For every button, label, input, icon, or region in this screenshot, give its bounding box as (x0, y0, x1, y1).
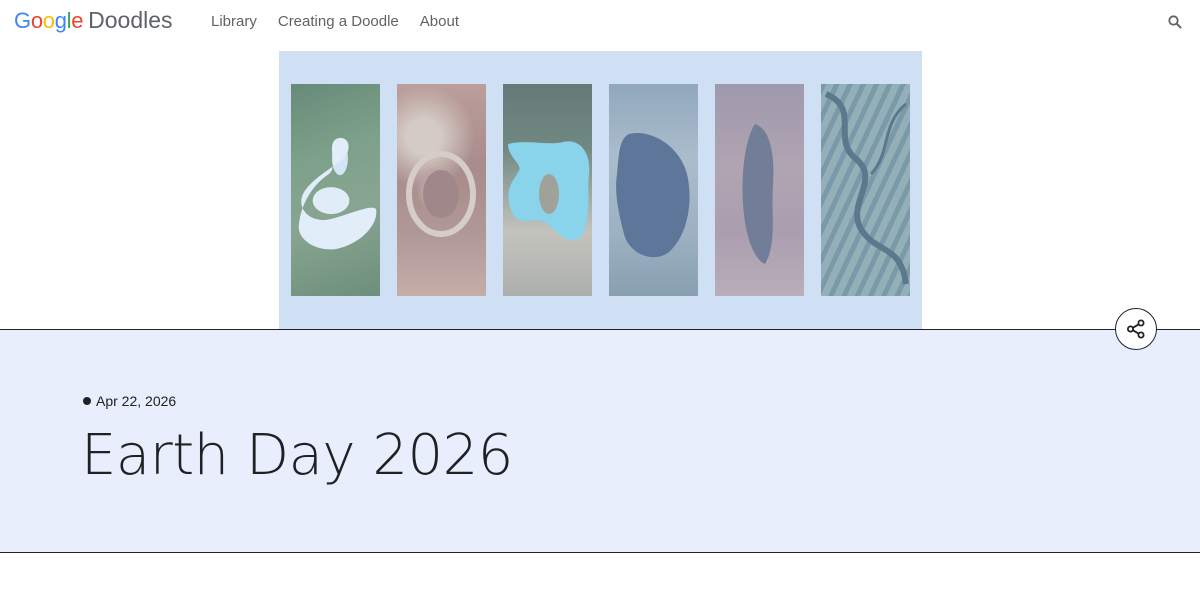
google-wordmark: Google (14, 8, 83, 34)
google-doodles-logo[interactable]: Google Doodles (14, 7, 173, 37)
lake-satellite-panel (291, 84, 380, 296)
date-bullet-icon (83, 397, 91, 405)
turquoise-lake-shape (508, 141, 590, 241)
doodle-hero-image[interactable] (279, 51, 922, 330)
crater-satellite-panel (397, 84, 486, 296)
logo-letter: e (71, 8, 84, 33)
site-header: Google Doodles Library Creating a Doodle… (0, 0, 1200, 46)
divider-bottom (0, 552, 1200, 553)
doodle-date-text: Apr 22, 2026 (96, 393, 177, 409)
river-shape (824, 91, 909, 285)
turquoise-lake-satellite-panel (503, 84, 592, 296)
dark-lake-satellite-panel (609, 84, 698, 296)
dark-lake-shape (616, 133, 690, 258)
search-icon (1168, 15, 1182, 29)
main-nav: Library Creating a Doodle About (211, 13, 459, 30)
desert-shape (742, 124, 774, 264)
lake-shape (298, 138, 377, 250)
share-icon (1127, 319, 1145, 339)
logo-letter: G (14, 8, 31, 33)
logo-letter: o (42, 8, 55, 33)
doodles-wordmark: Doodles (88, 7, 173, 33)
doodle-title: Earth Day 2026 (81, 423, 513, 488)
river-delta-satellite-panel (821, 84, 910, 296)
desert-satellite-panel (715, 84, 804, 296)
divider-top (0, 329, 1200, 330)
search-button[interactable] (1166, 13, 1184, 31)
nav-creating-a-doodle-link[interactable]: Creating a Doodle (278, 13, 399, 30)
share-button[interactable] (1115, 308, 1157, 350)
nav-about-link[interactable]: About (420, 13, 459, 30)
logo-letter: g (54, 8, 67, 33)
doodle-date: Apr 22, 2026 (83, 393, 176, 409)
logo-letter: o (30, 8, 43, 33)
crater-shape (406, 151, 476, 237)
nav-library-link[interactable]: Library (211, 13, 257, 30)
